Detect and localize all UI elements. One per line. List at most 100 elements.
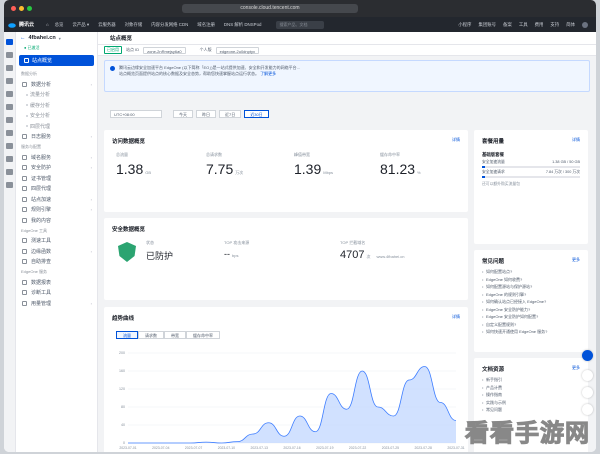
rail-accel-icon[interactable] bbox=[6, 130, 13, 136]
link-item[interactable]: EdgeOne 安全防护能力? bbox=[474, 306, 547, 314]
tab-cache-hit[interactable]: 缓存命中率 bbox=[186, 331, 220, 339]
sidebar-item[interactable]: 流量分析 bbox=[16, 90, 97, 101]
avatar[interactable] bbox=[582, 21, 588, 28]
faq-more-link[interactable]: 更多 bbox=[572, 257, 580, 263]
link-item[interactable]: 如何配置源站与保护源站? bbox=[474, 283, 547, 291]
brand-logo[interactable]: 腾讯云 bbox=[4, 21, 46, 28]
rail-function-icon[interactable] bbox=[6, 169, 13, 175]
sidebar-item-site-overview[interactable]: 站点概览 bbox=[19, 55, 94, 66]
sidebar-item[interactable]: 我的内容 bbox=[16, 215, 97, 226]
sidebar-item[interactable]: 数据分析 › bbox=[16, 79, 97, 90]
nav-item-dns[interactable]: DNS 解析 DNSPod bbox=[224, 22, 262, 28]
nav-right-beian[interactable]: 备案 bbox=[503, 22, 512, 28]
link-item[interactable]: 操作指南 bbox=[474, 391, 506, 399]
nav-right-support[interactable]: 支持 bbox=[550, 22, 559, 28]
range-today-button[interactable]: 今天 bbox=[173, 110, 193, 118]
sidebar-item[interactable]: 边缘函数 › bbox=[16, 246, 97, 257]
link-item[interactable]: 实践与示例 bbox=[474, 399, 506, 407]
sidebar-item[interactable]: 规则引擎 › bbox=[16, 205, 97, 216]
back-arrow-icon[interactable]: ← bbox=[20, 35, 26, 41]
usage-value: 7.84 万次 / 300 万次 bbox=[545, 170, 580, 174]
nav-right-group[interactable]: 集团账号 bbox=[478, 22, 496, 28]
range-30d-button[interactable]: 近30日 bbox=[244, 110, 269, 118]
sidebar-item[interactable]: 安全分析 bbox=[16, 111, 97, 122]
nav-right-billing[interactable]: 费用 bbox=[535, 22, 544, 28]
metric-label: 峰值带宽 bbox=[294, 152, 310, 157]
docs-more-link[interactable]: 更多 bbox=[572, 365, 580, 371]
edit-button[interactable] bbox=[582, 387, 593, 398]
tab-traffic[interactable]: 流量 bbox=[116, 331, 138, 339]
sidebar-item[interactable]: 诊断工具 bbox=[16, 288, 97, 299]
range-7d-button[interactable]: 近7日 bbox=[219, 110, 242, 118]
address-bar[interactable]: console.cloud.tencent.com bbox=[182, 4, 358, 13]
trend-tabs: 流量 请求数 带宽 缓存命中率 bbox=[116, 331, 220, 339]
rail-tools-icon[interactable] bbox=[6, 156, 13, 162]
range-yesterday-button[interactable]: 昨日 bbox=[196, 110, 216, 118]
minimize-window-dot[interactable] bbox=[19, 6, 24, 11]
nav-item-cdn[interactable]: 内容分发网络 CDN bbox=[151, 22, 188, 28]
metric-unit: bps bbox=[232, 253, 239, 258]
sidebar-item[interactable]: 日志服务 › bbox=[16, 132, 97, 143]
nav-item-products[interactable]: 云产品 ▾ bbox=[72, 22, 89, 28]
rail-domain-icon[interactable] bbox=[6, 78, 13, 84]
nav-right-language[interactable]: 简体 bbox=[566, 22, 575, 28]
site-name[interactable]: 4fbahei.cn bbox=[29, 35, 56, 41]
tab-bandwidth[interactable]: 带宽 bbox=[164, 331, 186, 339]
traffic-details-link[interactable]: 详情 bbox=[452, 137, 460, 143]
sidebar-item-label: 日志服务 bbox=[31, 134, 52, 141]
nav-item-overview[interactable]: 总览 bbox=[55, 22, 64, 28]
close-window-dot[interactable] bbox=[11, 6, 16, 11]
sidebar-item[interactable]: 自助排查 bbox=[16, 257, 97, 268]
trend-details-link[interactable]: 详情 bbox=[452, 314, 460, 320]
faq-card-title: 常见问题 bbox=[482, 259, 505, 265]
rail-security-icon[interactable] bbox=[6, 91, 13, 97]
link-item[interactable]: 如何快速开通使用 EdgeOne 服务? bbox=[474, 328, 547, 336]
sidebar-item[interactable]: 站点加速 › bbox=[16, 194, 97, 205]
metric-label: 缓存命中率 bbox=[380, 152, 400, 157]
sidebar-item[interactable]: 四层代理 bbox=[16, 184, 97, 195]
timezone-select[interactable]: UTC+08:00 bbox=[110, 110, 162, 118]
usage-footer[interactable]: 还可以额外购买流量包 bbox=[482, 182, 520, 187]
sidebar-item[interactable]: 缓存分析 bbox=[16, 100, 97, 111]
chevron-down-icon[interactable]: ▾ bbox=[59, 36, 61, 41]
sidebar-item[interactable]: 数据报表 bbox=[16, 277, 97, 288]
nav-item-cos[interactable]: 对象存储 bbox=[125, 22, 143, 28]
rail-overview-icon[interactable] bbox=[6, 39, 13, 45]
customer-service-button[interactable] bbox=[582, 350, 593, 361]
chevron-right-icon: › bbox=[90, 165, 92, 171]
learn-more-link[interactable]: 了解更多 bbox=[260, 71, 276, 76]
rail-analytics-icon[interactable] bbox=[6, 52, 13, 58]
plan-value[interactable]: edgeone-2u0dnptyx bbox=[215, 46, 259, 54]
link-item[interactable]: 如何确认站点已经接入 EdgeOne? bbox=[474, 298, 547, 306]
zoom-window-dot[interactable] bbox=[27, 6, 32, 11]
rail-rules-icon[interactable] bbox=[6, 143, 13, 149]
rail-proxy-icon[interactable] bbox=[6, 117, 13, 123]
menu-icon bbox=[22, 134, 27, 140]
site-id-value[interactable]: zone-2nRmejsy6a0 bbox=[143, 46, 186, 54]
usage-details-link[interactable]: 详情 bbox=[572, 137, 580, 143]
nav-right-tools[interactable]: 工具 bbox=[519, 22, 528, 28]
nav-item-domain[interactable]: 域名注册 bbox=[197, 22, 215, 28]
nav-home-icon[interactable]: ⌂ bbox=[46, 22, 49, 27]
rail-report-icon[interactable] bbox=[6, 182, 13, 188]
link-item[interactable]: 产品计费 bbox=[474, 384, 506, 392]
sidebar-item[interactable]: 域名服务 › bbox=[16, 152, 97, 163]
link-item[interactable]: EdgeOne 如何收费? bbox=[474, 276, 547, 284]
refresh-button[interactable] bbox=[582, 370, 593, 381]
sidebar-item[interactable]: 用量管理 › bbox=[16, 298, 97, 309]
link-item[interactable]: 如何配置站点? bbox=[474, 268, 547, 276]
sidebar-item[interactable]: 证书管理 bbox=[16, 173, 97, 184]
rail-log-icon[interactable] bbox=[6, 65, 13, 71]
link-item[interactable]: EdgeOne 的规则引擎? bbox=[474, 291, 547, 299]
sidebar-item[interactable]: 测速工具 bbox=[16, 236, 97, 247]
rail-cert-icon[interactable] bbox=[6, 104, 13, 110]
link-item[interactable]: EdgeOne 安全防护如何配置? bbox=[474, 313, 547, 321]
nav-right-miniprogram[interactable]: 小程序 bbox=[458, 22, 471, 28]
global-search-input[interactable]: 搜索产品、文档 bbox=[276, 20, 325, 29]
sidebar-item[interactable]: 安全防护 › bbox=[16, 163, 97, 174]
link-item[interactable]: 自定义配置规则? bbox=[474, 321, 547, 329]
nav-item-cvm[interactable]: 云服务器 bbox=[98, 22, 116, 28]
sidebar-item[interactable]: 四层代理 bbox=[16, 121, 97, 132]
link-item[interactable]: 新手指引 bbox=[474, 376, 506, 384]
tab-requests[interactable]: 请求数 bbox=[138, 331, 164, 339]
